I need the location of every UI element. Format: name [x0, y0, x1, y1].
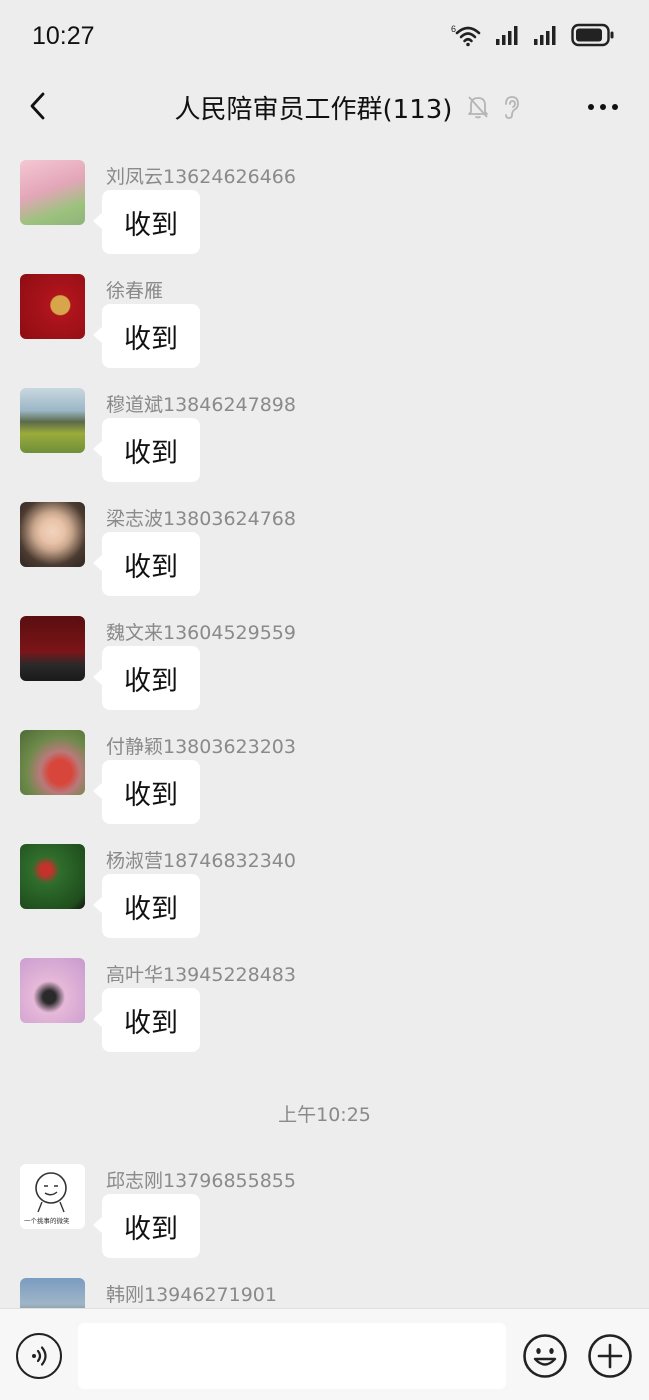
message-item: 魏文来13604529559 收到 [0, 598, 649, 712]
emoji-icon [523, 1334, 567, 1378]
message-input[interactable] [78, 1323, 506, 1389]
message-bubble[interactable]: 收到 [93, 646, 200, 710]
message-item: 高叶华13945228483 收到 [0, 940, 649, 1054]
time-divider: 上午10:25 [278, 1104, 371, 1126]
input-bar [0, 1308, 649, 1400]
wifi-6-icon: 6 [451, 23, 483, 51]
message-bubble[interactable]: 收到 [93, 874, 200, 938]
avatar[interactable] [20, 616, 85, 681]
message-item: 杨淑营18746832340 收到 [0, 826, 649, 940]
sender-name: 韩刚13946271901 [106, 1284, 277, 1306]
sender-name: 付静颖13803623203 [106, 736, 296, 758]
message-item: 刘凤云13624626466 收到 [0, 142, 649, 256]
signal-icon [533, 24, 559, 50]
avatar[interactable] [20, 388, 85, 453]
sender-name: 徐春雁 [106, 280, 164, 302]
more-button[interactable] [585, 90, 621, 124]
message-bubble[interactable]: 收到 [93, 1194, 200, 1258]
chat-title[interactable]: 人民陪审员工作群(113) [175, 89, 453, 126]
ellipsis-icon [588, 104, 618, 110]
voice-icon [32, 1346, 47, 1366]
sender-name: 魏文来13604529559 [106, 622, 296, 644]
bell-muted-icon [468, 96, 489, 119]
voice-button[interactable] [16, 1333, 62, 1379]
avatar[interactable] [20, 274, 85, 339]
avatar[interactable] [20, 844, 85, 909]
sender-name: 刘凤云13624626466 [106, 166, 296, 188]
message-bubble[interactable]: 收到 [93, 190, 200, 254]
sender-name: 杨淑营18746832340 [106, 850, 296, 872]
chat-header: 人民陪审员工作群(113) [0, 72, 649, 142]
emoji-button[interactable] [522, 1333, 568, 1379]
message-item: 梁志波13803624768 收到 [0, 484, 649, 598]
message-bubble[interactable]: 收到 [93, 988, 200, 1052]
message-bubble[interactable]: 收到 [93, 304, 200, 368]
message-list[interactable]: 刘凤云13624626466 收到 徐春雁 收到 穆道斌13846247898 … [0, 142, 649, 1308]
status-time: 10:27 [32, 22, 95, 50]
ear-icon [505, 96, 520, 119]
avatar[interactable] [20, 730, 85, 795]
message-item: 徐春雁 收到 [0, 256, 649, 370]
avatar[interactable] [20, 502, 85, 567]
message-bubble[interactable]: 收到 [93, 532, 200, 596]
message-item: 一个挑事的微笑 邱志刚13796855855 收到 [0, 1146, 649, 1260]
chat-title-wrap: 人民陪审员工作群(113) [0, 87, 649, 127]
plus-button[interactable] [587, 1333, 633, 1379]
message-bubble[interactable]: 收到 [93, 418, 200, 482]
smile-sketch-icon: 一个挑事的微笑 [24, 1172, 70, 1225]
avatar[interactable] [20, 1278, 85, 1308]
wifi-badge: 6 [451, 24, 456, 34]
plus-circle-icon [588, 1334, 632, 1378]
message-item: 韩刚13946271901 [0, 1260, 649, 1308]
sender-name: 邱志刚13796855855 [106, 1170, 296, 1192]
message-bubble[interactable]: 收到 [93, 760, 200, 824]
sender-name: 高叶华13945228483 [106, 964, 296, 986]
battery-icon [571, 23, 615, 51]
message-item: 穆道斌13846247898 收到 [0, 370, 649, 484]
avatar[interactable] [20, 958, 85, 1023]
title-icons [466, 94, 522, 120]
message-item: 付静颖13803623203 收到 [0, 712, 649, 826]
sender-name: 梁志波13803624768 [106, 508, 296, 530]
status-bar: 10:27 6 [0, 0, 649, 72]
sender-name: 穆道斌13846247898 [106, 394, 296, 416]
avatar[interactable] [20, 160, 85, 225]
status-icons: 6 [451, 23, 615, 51]
avatar-caption: 一个挑事的微笑 [24, 1216, 70, 1225]
avatar[interactable]: 一个挑事的微笑 [20, 1164, 85, 1229]
signal-icon [495, 24, 521, 50]
